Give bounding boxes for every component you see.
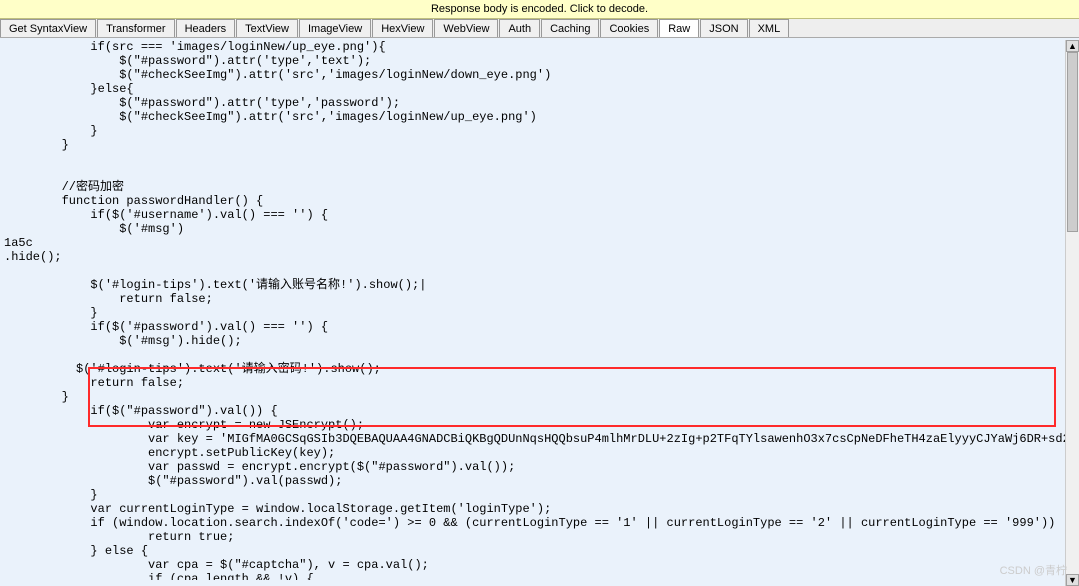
tab-hexview[interactable]: HexView: [372, 19, 433, 37]
tab-imageview[interactable]: ImageView: [299, 19, 371, 37]
tab-get-syntaxview[interactable]: Get SyntaxView: [0, 19, 96, 37]
tab-webview[interactable]: WebView: [434, 19, 498, 37]
tab-textview[interactable]: TextView: [236, 19, 298, 37]
scroll-thumb[interactable]: [1067, 52, 1078, 232]
scroll-down-arrow[interactable]: ▼: [1066, 574, 1079, 586]
tab-transformer[interactable]: Transformer: [97, 19, 175, 37]
code-viewer[interactable]: if(src === 'images/loginNew/up_eye.png')…: [0, 38, 1079, 580]
tab-auth[interactable]: Auth: [499, 19, 540, 37]
vertical-scrollbar[interactable]: ▲ ▼: [1065, 40, 1079, 586]
tab-xml[interactable]: XML: [749, 19, 790, 37]
decode-banner[interactable]: Response body is encoded. Click to decod…: [0, 0, 1079, 19]
tab-cookies[interactable]: Cookies: [600, 19, 658, 37]
watermark: CSDN @青柠: [1000, 562, 1067, 578]
tab-bar: Get SyntaxViewTransformerHeadersTextView…: [0, 19, 1079, 38]
tab-raw[interactable]: Raw: [659, 19, 699, 37]
tab-json[interactable]: JSON: [700, 19, 747, 37]
tab-caching[interactable]: Caching: [541, 19, 599, 37]
tab-headers[interactable]: Headers: [176, 19, 236, 37]
decode-banner-text: Response body is encoded. Click to decod…: [431, 3, 648, 15]
scroll-up-arrow[interactable]: ▲: [1066, 40, 1079, 52]
